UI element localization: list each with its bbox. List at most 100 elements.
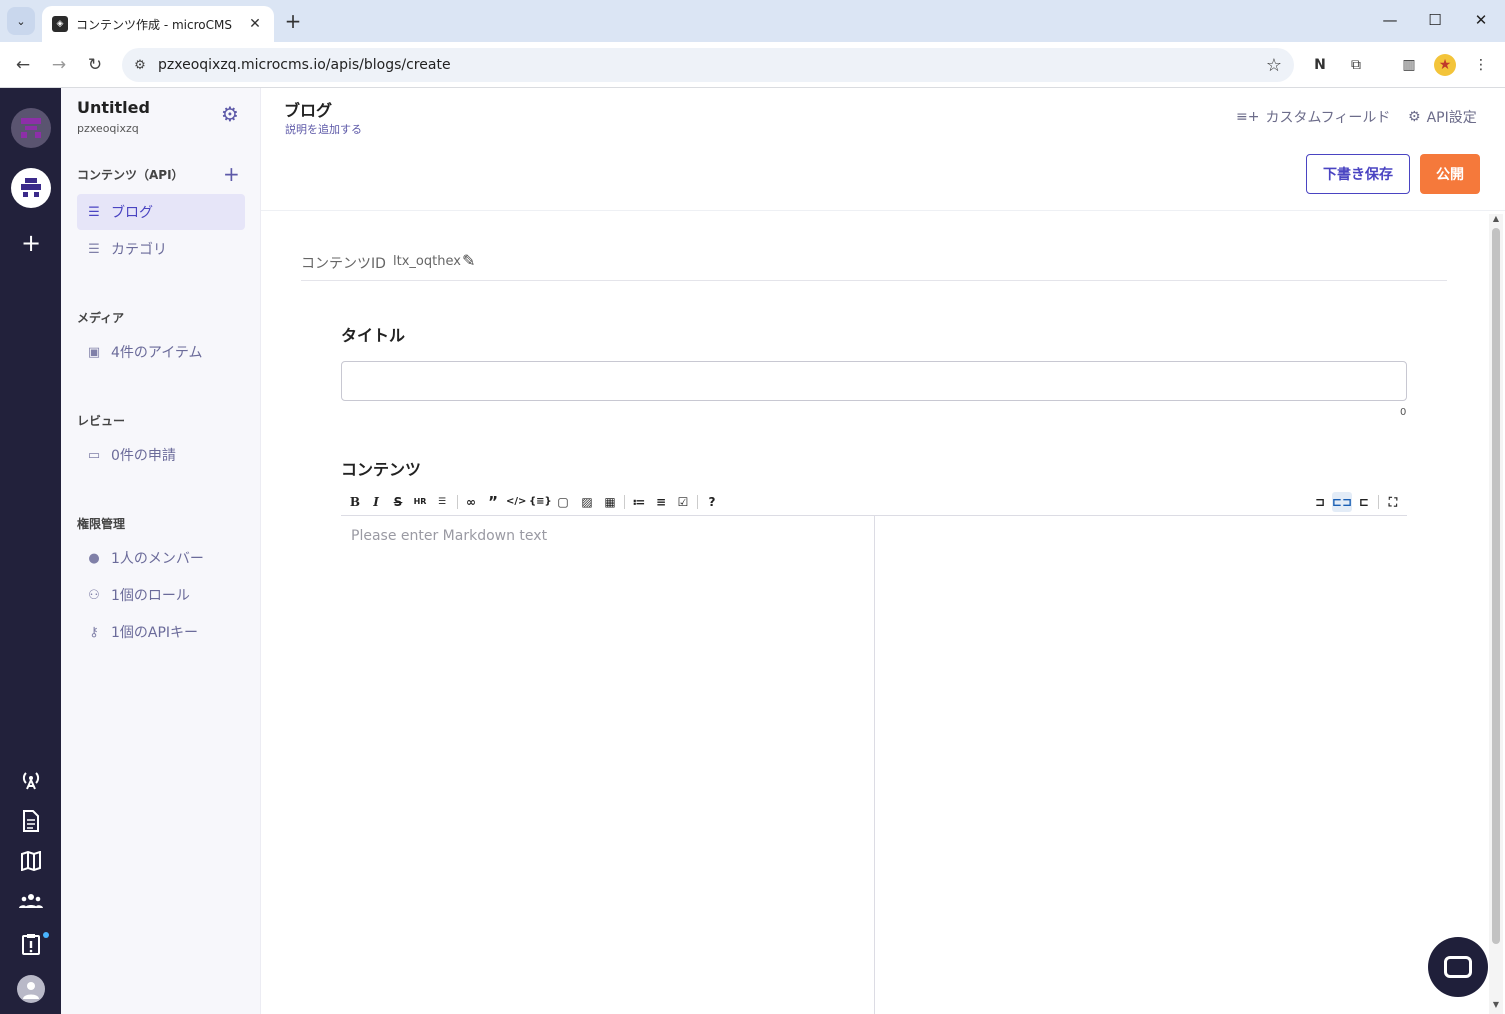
heading-icon[interactable]: ☰	[432, 492, 452, 512]
add-api-icon[interactable]: +	[223, 162, 240, 186]
tab-close-icon[interactable]: ✕	[246, 16, 264, 32]
browser-tab[interactable]: ◈ コンテンツ作成 - microCMS ✕	[42, 6, 274, 42]
media-section-title: メディア	[77, 311, 125, 325]
image-icon: ▣	[87, 344, 101, 360]
custom-field-link[interactable]: ≡+ カスタムフィールド	[1236, 107, 1390, 127]
numbered-list-icon[interactable]: ≡	[651, 492, 671, 512]
notion-extension-icon[interactable]: N	[1309, 54, 1331, 76]
main-content: ブログ 説明を追加する ≡+ カスタムフィールド ⚙ API設定 下書き保存 公…	[261, 88, 1505, 1014]
code-icon[interactable]: </>	[506, 492, 526, 512]
sidebar-item-label: 1個のAPIキー	[111, 625, 199, 641]
sidebar-item-api-keys[interactable]: ⚷ 1個のAPIキー	[77, 614, 245, 650]
permission-section-title: 権限管理	[77, 517, 126, 531]
document-icon[interactable]	[18, 810, 44, 836]
back-button[interactable]: ←	[10, 52, 36, 78]
help-icon[interactable]: ?	[702, 492, 722, 512]
add-description-link[interactable]: 説明を追加する	[285, 121, 362, 137]
bookmark-star-icon[interactable]: ☆	[1254, 55, 1294, 76]
sidebar-item-label: カテゴリ	[111, 242, 167, 258]
key-icon: ⚷	[89, 624, 99, 640]
fullscreen-icon[interactable]: ⛶	[1383, 492, 1403, 512]
scroll-down-arrow-icon[interactable]: ▼	[1489, 1000, 1503, 1009]
italic-icon[interactable]: I	[366, 492, 386, 512]
user-avatar-icon[interactable]	[17, 975, 45, 1003]
map-icon[interactable]	[18, 850, 44, 877]
broadcast-icon[interactable]	[18, 769, 44, 795]
code-block-icon[interactable]: {≡}	[529, 492, 552, 512]
minimize-button[interactable]: —	[1375, 8, 1405, 32]
toolbar-divider	[624, 495, 625, 509]
browser-menu-icon[interactable]: ⋮	[1470, 54, 1492, 76]
quote-icon[interactable]: ”	[483, 492, 503, 512]
api-settings-link[interactable]: ⚙ API設定	[1408, 107, 1477, 127]
toolbar-divider	[457, 495, 458, 509]
sidebar-item-blog[interactable]: ☰ ブログ	[77, 194, 245, 230]
link-icon[interactable]: ∞	[461, 492, 481, 512]
scroll-thumb[interactable]	[1492, 228, 1500, 944]
strikethrough-icon[interactable]: S	[388, 492, 408, 512]
support-chat-button[interactable]	[1428, 937, 1488, 997]
window-close-button[interactable]: ✕	[1466, 8, 1496, 32]
image-icon[interactable]: ▨	[577, 492, 597, 512]
edit-pencil-icon[interactable]: ✎	[462, 251, 475, 270]
sidebar-item-members[interactable]: ● 1人のメンバー	[77, 540, 245, 576]
content-id-divider	[301, 280, 1447, 281]
sidebar-item-label: 1人のメンバー	[111, 551, 204, 567]
sidebar-item-review[interactable]: ▭ 0件の申請	[77, 437, 245, 473]
checklist-icon[interactable]: ☑	[673, 492, 693, 512]
extensions-puzzle-icon[interactable]: ⧉	[1345, 54, 1367, 76]
content-field-label: コンテンツ	[341, 460, 422, 479]
sidebar-item-category[interactable]: ☰ カテゴリ	[77, 231, 245, 267]
browser-toolbar: ← → ↻ ⚙ pzxeoqixzq.microcms.io/apis/blog…	[0, 42, 1505, 88]
service-id: pzxeoqixzq	[77, 122, 139, 135]
publish-button[interactable]: 公開	[1420, 154, 1480, 194]
editor-placeholder: Please enter Markdown text	[351, 528, 548, 544]
sidebar-item-roles[interactable]: ⚇ 1個のロール	[77, 577, 245, 613]
scroll-up-arrow-icon[interactable]: ▲	[1489, 214, 1503, 223]
microcms-favicon-icon: ◈	[52, 16, 68, 32]
title-field-label: タイトル	[341, 326, 406, 345]
split-view-icon[interactable]: ⊏⊐	[1332, 492, 1352, 512]
editor-only-icon[interactable]: ⊐	[1310, 492, 1330, 512]
app-rail: +	[0, 88, 61, 1014]
main-scrollbar[interactable]: ▲ ▼	[1489, 214, 1503, 1014]
sidebar-item-media[interactable]: ▣ 4件のアイテム	[77, 334, 245, 370]
bold-icon[interactable]: B	[345, 492, 365, 512]
new-tab-button[interactable]: +	[282, 9, 304, 33]
title-input[interactable]	[341, 361, 1407, 401]
content-id-label: コンテンツID	[301, 256, 386, 272]
address-bar[interactable]: ⚙ pzxeoqixzq.microcms.io/apis/blogs/crea…	[122, 48, 1294, 82]
forward-button[interactable]: →	[46, 52, 72, 78]
tab-search-button[interactable]: ⌄	[7, 7, 35, 35]
tab-title: コンテンツ作成 - microCMS	[76, 17, 232, 32]
content-api-section-title: コンテンツ（API）	[77, 168, 184, 182]
sidebar-item-label: ブログ	[111, 205, 153, 221]
tab-bar: ⌄ ◈ コンテンツ作成 - microCMS ✕ + — ☐ ✕	[0, 0, 1505, 42]
preview-only-icon[interactable]: ⊏	[1354, 492, 1374, 512]
group-icon: ⚇	[88, 587, 100, 603]
profile-avatar-icon[interactable]: ★	[1434, 54, 1456, 76]
api-settings-label: API設定	[1426, 110, 1477, 126]
comment-icon[interactable]: ▢	[553, 492, 573, 512]
service-settings-gear-icon[interactable]: ⚙	[221, 102, 239, 126]
team-icon[interactable]	[18, 892, 44, 918]
sidebar-item-label: 4件のアイテム	[111, 345, 203, 361]
service-name: Untitled	[77, 98, 150, 117]
clipboard-alert-icon[interactable]	[18, 933, 44, 959]
side-panel-icon[interactable]: ▥	[1398, 54, 1420, 76]
service-avatar-active[interactable]	[11, 168, 51, 208]
review-section-title: レビュー	[77, 414, 126, 428]
markdown-editor[interactable]: Please enter Markdown text	[341, 516, 875, 1014]
browser-chrome: ⌄ ◈ コンテンツ作成 - microCMS ✕ + — ☐ ✕ ← → ↻ ⚙…	[0, 0, 1505, 88]
horizontal-rule-icon[interactable]: HR	[410, 492, 430, 512]
save-draft-button[interactable]: 下書き保存	[1306, 154, 1410, 194]
service-pixel-icon	[21, 178, 41, 197]
site-info-icon[interactable]: ⚙	[122, 58, 158, 73]
bullet-list-icon[interactable]: ≔	[629, 492, 649, 512]
add-service-icon[interactable]: +	[18, 230, 44, 256]
maximize-button[interactable]: ☐	[1420, 8, 1450, 32]
service-avatar-untitled[interactable]	[11, 108, 51, 148]
table-icon[interactable]: ▦	[600, 492, 620, 512]
reload-button[interactable]: ↻	[82, 52, 108, 78]
gear-icon: ⚙	[1408, 109, 1421, 125]
